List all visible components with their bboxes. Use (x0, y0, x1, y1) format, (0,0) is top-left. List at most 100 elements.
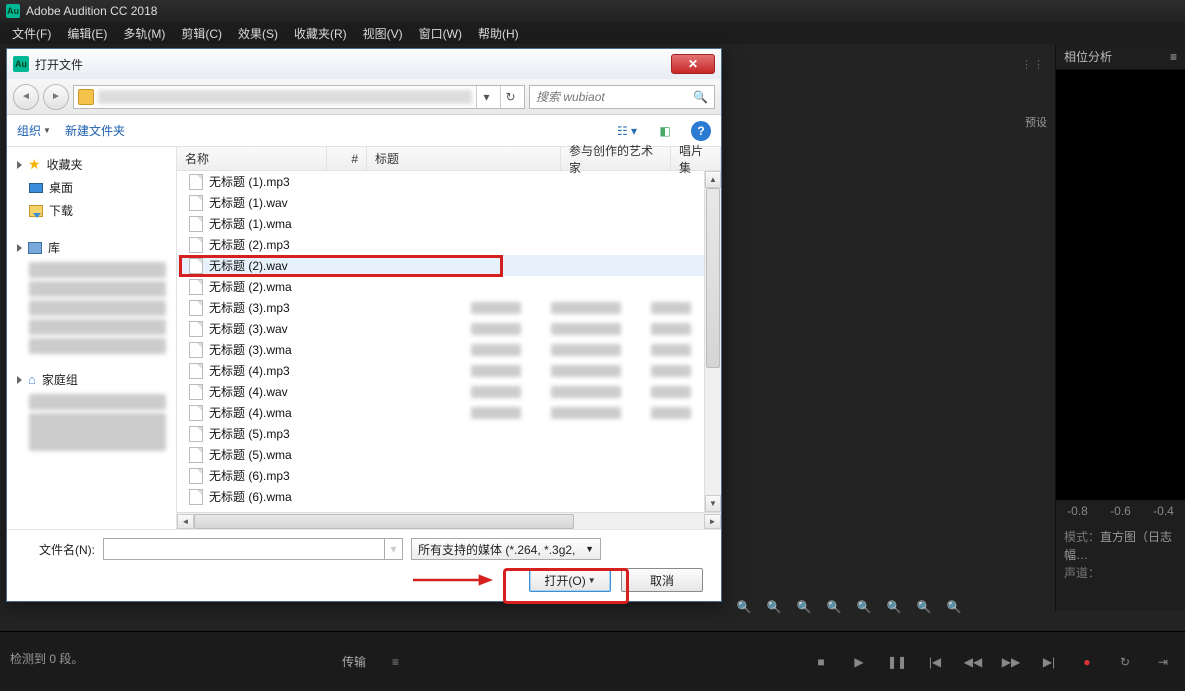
file-name: 无标题 (4).wav (209, 383, 288, 400)
file-row[interactable]: 无标题 (3).mp3 (177, 297, 721, 318)
zoom-sel-icon[interactable]: 🔍 (885, 598, 903, 616)
phase-panel-title[interactable]: 相位分析 (1064, 48, 1112, 65)
file-row[interactable]: 无标题 (2).wma (177, 276, 721, 297)
menu-multitrack[interactable]: 多轨(M) (115, 23, 173, 44)
hscroll-thumb[interactable] (194, 514, 574, 529)
col-album[interactable]: 唱片集 (671, 147, 721, 170)
sidebar-blurred-item[interactable] (29, 413, 166, 451)
menu-window[interactable]: 窗口(W) (411, 23, 470, 44)
scroll-up-button[interactable]: ▲ (705, 171, 721, 188)
homegroup-icon: ⌂ (28, 372, 36, 387)
view-mode-button[interactable]: ☷ ▾ (615, 120, 639, 142)
filename-input[interactable]: ▾ (103, 538, 403, 560)
file-row[interactable]: 无标题 (3).wav (177, 318, 721, 339)
file-row[interactable]: 无标题 (4).mp3 (177, 360, 721, 381)
menu-clip[interactable]: 剪辑(C) (173, 23, 230, 44)
scroll-right-button[interactable]: ► (704, 514, 721, 529)
col-name[interactable]: 名称 (177, 147, 327, 170)
next-button[interactable]: ▶| (1039, 652, 1059, 672)
sidebar-library[interactable]: 库 (11, 236, 172, 259)
menu-view[interactable]: 视图(V) (355, 23, 411, 44)
file-name: 无标题 (5).mp3 (209, 425, 290, 442)
filename-dropdown-icon[interactable]: ▾ (384, 539, 402, 559)
col-title[interactable]: 标题 (367, 147, 561, 170)
scroll-thumb[interactable] (706, 188, 720, 368)
skip-sel-button[interactable]: ⇥ (1153, 652, 1173, 672)
panel-menu-icon[interactable]: ≡ (392, 655, 399, 669)
organize-button[interactable]: 组织▼ (17, 122, 51, 139)
nav-forward-button[interactable]: ► (43, 84, 69, 110)
file-row[interactable]: 无标题 (1).wma (177, 213, 721, 234)
new-folder-button[interactable]: 新建文件夹 (65, 122, 125, 139)
file-row[interactable]: 无标题 (1).wav (177, 192, 721, 213)
menu-favorites[interactable]: 收藏夹(R) (286, 23, 355, 44)
help-icon[interactable]: ? (691, 121, 711, 141)
panel-drag-icon[interactable]: ⋮⋮ (1021, 58, 1045, 71)
zoom-out-amp-icon[interactable]: 🔍 (825, 598, 843, 616)
sidebar-blurred-item[interactable] (29, 319, 166, 335)
file-row[interactable]: 无标题 (5).wma (177, 444, 721, 465)
preview-pane-button[interactable]: ◧ (653, 120, 677, 142)
open-button[interactable]: 打开(O)▼ (529, 568, 611, 592)
col-artist[interactable]: 参与创作的艺术家 (561, 147, 671, 170)
file-row[interactable]: 无标题 (4).wav (177, 381, 721, 402)
stop-button[interactable]: ■ (811, 652, 831, 672)
app-menubar[interactable]: 文件(F) 编辑(E) 多轨(M) 剪辑(C) 效果(S) 收藏夹(R) 视图(… (0, 22, 1185, 44)
forward-button[interactable]: ▶▶ (1001, 652, 1021, 672)
file-row[interactable]: 无标题 (1).mp3 (177, 171, 721, 192)
menu-file[interactable]: 文件(F) (4, 23, 59, 44)
search-input[interactable]: 搜索 wubiaot 🔍 (529, 85, 715, 109)
dialog-sidebar: ★收藏夹 桌面 下载 库 ⌂家庭组 (7, 147, 177, 529)
record-button[interactable]: ● (1077, 652, 1097, 672)
pause-button[interactable]: ❚❚ (887, 652, 907, 672)
file-row[interactable]: 无标题 (2).mp3 (177, 234, 721, 255)
file-row[interactable]: 无标题 (4).wma (177, 402, 721, 423)
file-row[interactable]: 无标题 (3).wma (177, 339, 721, 360)
file-list-body[interactable]: 无标题 (1).mp3无标题 (1).wav无标题 (1).wma无标题 (2)… (177, 171, 721, 512)
path-dropdown-icon[interactable]: ▾ (476, 86, 496, 108)
horizontal-scrollbar[interactable]: ◄ ► (177, 512, 721, 529)
menu-effects[interactable]: 效果(S) (230, 23, 286, 44)
sidebar-blurred-item[interactable] (29, 300, 166, 316)
sidebar-favorites[interactable]: ★收藏夹 (11, 153, 172, 176)
menu-help[interactable]: 帮助(H) (470, 23, 527, 44)
nav-back-button[interactable]: ◄ (13, 84, 39, 110)
sidebar-homegroup[interactable]: ⌂家庭组 (11, 368, 172, 391)
file-row[interactable]: 无标题 (2).wav (177, 255, 721, 276)
cancel-button[interactable]: 取消 (621, 568, 703, 592)
rewind-button[interactable]: ◀◀ (963, 652, 983, 672)
zoom-out-point-icon[interactable]: 🔍 (945, 598, 963, 616)
play-button[interactable]: ▶ (849, 652, 869, 672)
sidebar-blurred-item[interactable] (29, 394, 166, 410)
zoom-in-amp-icon[interactable]: 🔍 (795, 598, 813, 616)
col-num[interactable]: # (327, 147, 367, 170)
sidebar-blurred-item[interactable] (29, 281, 166, 297)
zoom-in-point-icon[interactable]: 🔍 (915, 598, 933, 616)
prev-button[interactable]: |◀ (925, 652, 945, 672)
filetype-filter[interactable]: 所有支持的媒体 (*.264, *.3g2,▼ (411, 538, 601, 560)
sidebar-item-desktop[interactable]: 桌面 (11, 176, 172, 199)
zoom-full-icon[interactable]: 🔍 (855, 598, 873, 616)
sidebar-item-downloads[interactable]: 下载 (11, 199, 172, 222)
zoom-out-time-icon[interactable]: 🔍 (765, 598, 783, 616)
transport-label: 传输 (342, 653, 366, 670)
menu-edit[interactable]: 编辑(E) (59, 23, 115, 44)
refresh-icon[interactable]: ↻ (500, 86, 520, 108)
scroll-down-button[interactable]: ▼ (705, 495, 721, 512)
search-icon[interactable]: 🔍 (693, 90, 708, 104)
loop-button[interactable]: ↻ (1115, 652, 1135, 672)
file-row[interactable]: 无标题 (6).wma (177, 486, 721, 507)
sidebar-blurred-item[interactable] (29, 262, 166, 278)
file-row[interactable]: 无标题 (5).mp3 (177, 423, 721, 444)
path-breadcrumb[interactable]: ▾ ↻ (73, 85, 525, 109)
zoom-in-time-icon[interactable]: 🔍 (735, 598, 753, 616)
close-button[interactable]: ✕ (671, 54, 715, 74)
file-list-header[interactable]: 名称 # 标题 参与创作的艺术家 唱片集 (177, 147, 721, 171)
vertical-scrollbar[interactable]: ▲ ▼ (704, 171, 721, 512)
dialog-titlebar[interactable]: Au 打开文件 ✕ (7, 49, 721, 79)
sidebar-blurred-item[interactable] (29, 338, 166, 354)
scroll-left-button[interactable]: ◄ (177, 514, 194, 529)
panel-menu-icon[interactable]: ≡ (1170, 50, 1177, 64)
file-row[interactable]: 无标题 (6).mp3 (177, 465, 721, 486)
dialog-title: 打开文件 (35, 56, 671, 73)
